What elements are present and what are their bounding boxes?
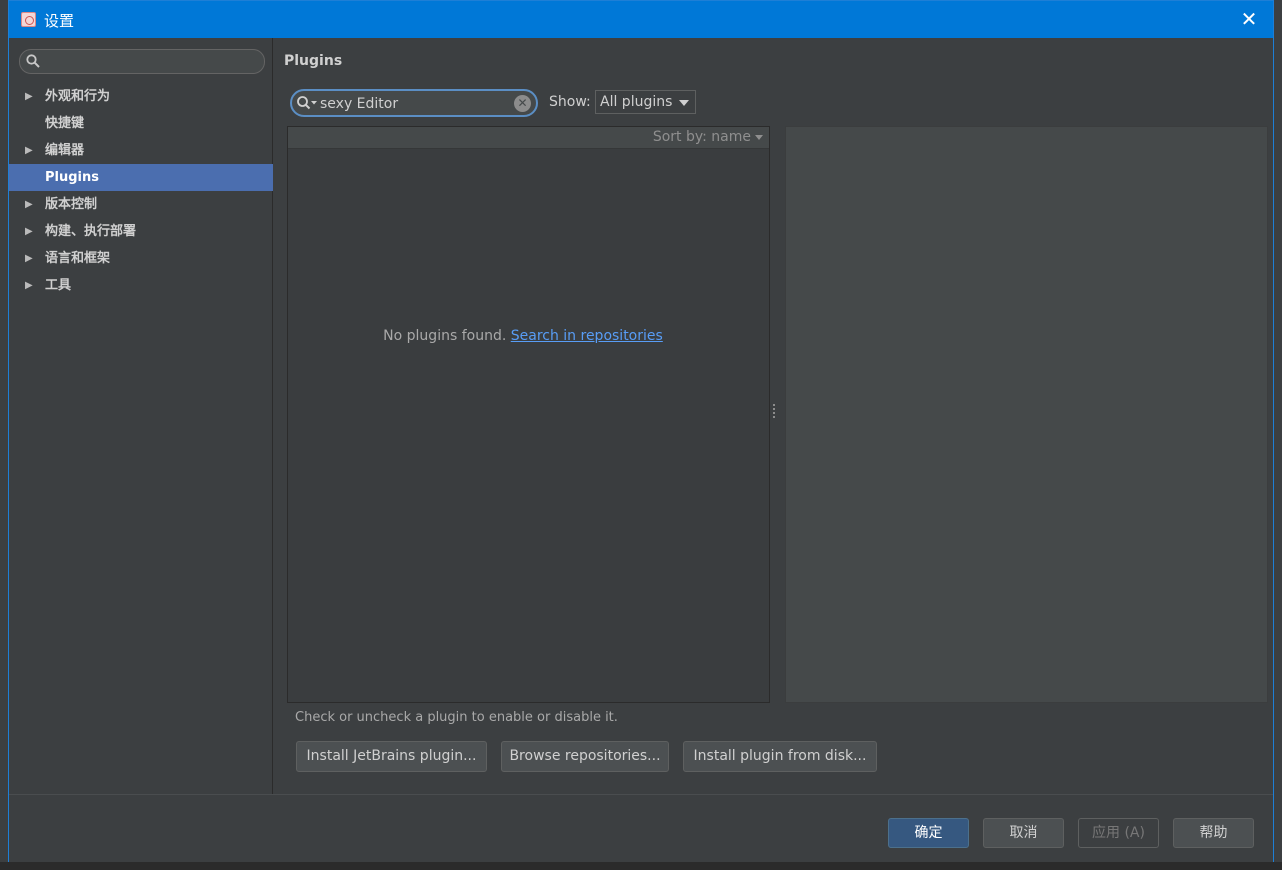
sidebar-item-languages[interactable]: ▶ 语言和框架 xyxy=(9,245,273,272)
show-filter-value: All plugins xyxy=(600,94,673,110)
sidebar-item-label: 外观和行为 xyxy=(45,89,111,104)
sidebar-search[interactable] xyxy=(19,49,265,74)
sidebar-item-keymap[interactable]: 快捷键 xyxy=(9,110,273,137)
settings-sidebar: ▶ 外观和行为 快捷键 ▶ 编辑器 Plugins ▶ 版本控制 ▶ 构建、执行… xyxy=(9,38,273,794)
cancel-button[interactable]: 取消 xyxy=(983,818,1064,848)
clear-search-icon[interactable]: ✕ xyxy=(514,95,531,112)
app-icon xyxy=(21,12,36,27)
sidebar-item-label: 工具 xyxy=(45,278,72,293)
sort-by-label: Sort by: name xyxy=(652,129,751,145)
plugin-detail-panel xyxy=(785,126,1268,703)
background-ide-right xyxy=(1273,0,1282,870)
browse-repositories-button[interactable]: Browse repositories... xyxy=(501,741,669,772)
settings-dialog: 设置 ✕ ▶ 外观和行为 快捷键 ▶ 编辑器 Plugins ▶ 版本控制 ▶ … xyxy=(8,0,1274,862)
plugin-search-input[interactable] xyxy=(320,94,510,113)
search-options-icon[interactable] xyxy=(296,95,318,111)
expand-arrow-icon[interactable]: ▶ xyxy=(25,137,35,164)
sidebar-item-build[interactable]: ▶ 构建、执行部署 xyxy=(9,218,273,245)
sidebar-search-input[interactable] xyxy=(46,52,256,71)
search-in-repositories-link[interactable]: Search in repositories xyxy=(511,328,663,344)
window-title: 设置 xyxy=(44,12,75,30)
sidebar-item-label: 快捷键 xyxy=(45,116,85,131)
plugins-panel: Plugins ✕ Show: All plugins Sort by: nam… xyxy=(274,38,1273,794)
empty-state-text: No plugins found. xyxy=(383,328,507,344)
sidebar-item-version-control[interactable]: ▶ 版本控制 xyxy=(9,191,273,218)
expand-arrow-icon[interactable]: ▶ xyxy=(25,218,35,245)
sidebar-item-label: 语言和框架 xyxy=(45,251,111,266)
title-bar[interactable]: 设置 ✕ xyxy=(9,1,1273,38)
search-icon xyxy=(26,54,40,68)
hint-text: Check or uncheck a plugin to enable or d… xyxy=(295,710,618,725)
page-title: Plugins xyxy=(284,53,343,69)
expand-arrow-icon[interactable]: ▶ xyxy=(25,245,35,272)
plugin-search[interactable]: ✕ xyxy=(290,89,538,117)
ok-button[interactable]: 确定 xyxy=(888,818,969,848)
sort-bar: Sort by: name xyxy=(288,127,769,149)
show-label: Show: xyxy=(549,94,591,110)
install-plugin-from-disk-button[interactable]: Install plugin from disk... xyxy=(683,741,877,772)
empty-state: No plugins found. Search in repositories xyxy=(288,328,758,344)
sidebar-item-plugins[interactable]: Plugins xyxy=(9,164,273,191)
sidebar-item-appearance[interactable]: ▶ 外观和行为 xyxy=(9,83,273,110)
install-jetbrains-plugin-button[interactable]: Install JetBrains plugin... xyxy=(296,741,487,772)
expand-arrow-icon[interactable]: ▶ xyxy=(25,272,35,299)
help-button[interactable]: 帮助 xyxy=(1173,818,1254,848)
sidebar-item-label: 构建、执行部署 xyxy=(45,224,137,239)
chevron-down-icon xyxy=(679,100,689,106)
apply-button[interactable]: 应用 (A) xyxy=(1078,818,1159,848)
sidebar-item-tools[interactable]: ▶ 工具 xyxy=(9,272,273,299)
sidebar-item-editor[interactable]: ▶ 编辑器 xyxy=(9,137,273,164)
expand-arrow-icon[interactable]: ▶ xyxy=(25,83,35,110)
splitter-handle[interactable] xyxy=(772,404,776,422)
close-icon[interactable]: ✕ xyxy=(1239,9,1259,29)
chevron-down-icon xyxy=(755,134,763,140)
expand-arrow-icon[interactable]: ▶ xyxy=(25,191,35,218)
plugin-list[interactable]: Sort by: name No plugins found. Search i… xyxy=(287,126,770,703)
sidebar-item-label: Plugins xyxy=(45,170,99,185)
show-filter-select[interactable]: All plugins xyxy=(595,90,696,114)
background-ide-bottom xyxy=(0,862,1282,870)
dialog-footer: 确定 取消 应用 (A) 帮助 xyxy=(9,794,1273,862)
sidebar-item-label: 版本控制 xyxy=(45,197,98,212)
sidebar-item-label: 编辑器 xyxy=(45,143,85,158)
sort-by-button[interactable]: Sort by: name xyxy=(653,129,763,145)
